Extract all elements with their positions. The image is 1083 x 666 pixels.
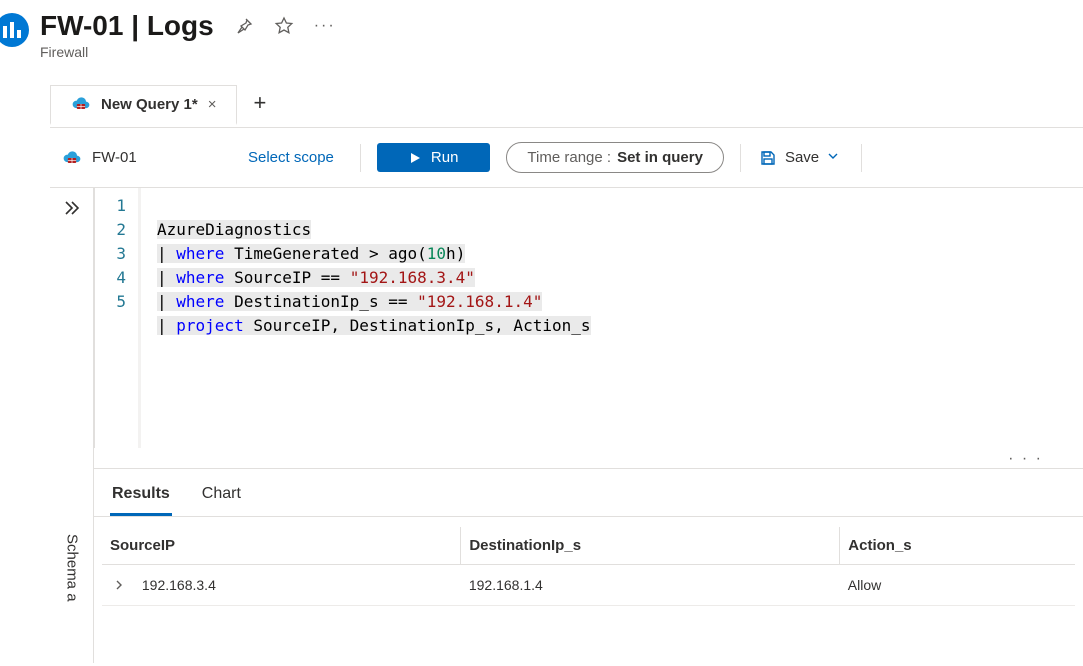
save-button[interactable]: Save <box>757 143 841 173</box>
expand-row-icon[interactable] <box>110 577 138 593</box>
column-header[interactable]: SourceIP <box>102 527 461 565</box>
toolbar-divider <box>740 144 741 172</box>
schema-rail[interactable]: Schema a <box>50 528 94 663</box>
table-header-row: SourceIP DestinationIp_s Action_s <box>102 527 1075 565</box>
table-row[interactable]: 192.168.3.4 192.168.1.4 Allow <box>102 565 1075 606</box>
schema-rail-label: Schema a <box>64 528 81 602</box>
query-tab-label: New Query 1* <box>101 96 198 113</box>
resource-name-label: FW-01 <box>92 149 137 166</box>
column-header[interactable]: DestinationIp_s <box>461 527 840 565</box>
results-more-menu[interactable]: · · · <box>94 448 1083 468</box>
play-icon <box>409 152 421 164</box>
run-button-label: Run <box>431 149 459 166</box>
time-range-label: Time range : <box>527 149 611 166</box>
tab-chart[interactable]: Chart <box>200 479 243 516</box>
double-chevron-right-icon <box>62 198 82 218</box>
results-panel: Results Chart SourceIP DestinationIp_s A… <box>94 468 1083 606</box>
toolbar-divider <box>861 144 862 172</box>
line-number-gutter: 1 2 3 4 5 <box>95 188 141 448</box>
tab-results[interactable]: Results <box>110 479 172 516</box>
query-tabs-row: New Query 1* × + <box>50 80 1083 128</box>
select-scope-link[interactable]: Select scope <box>248 149 334 166</box>
close-tab-icon[interactable]: × <box>208 96 217 113</box>
star-icon[interactable] <box>274 16 294 36</box>
cell-value: 192.168.1.4 <box>461 565 840 606</box>
resource-type-label: Firewall <box>40 44 336 60</box>
main-area: Schema a 1 2 3 4 5 AzureDiagnostics | wh… <box>50 187 1083 663</box>
save-button-label: Save <box>785 149 819 166</box>
chevron-down-icon <box>827 149 839 166</box>
add-tab-button[interactable]: + <box>237 80 282 127</box>
firewall-cloud-icon <box>71 96 91 112</box>
more-icon[interactable]: ··· <box>314 17 336 35</box>
time-range-value: Set in query <box>617 149 703 166</box>
page-title: FW-01 | Logs <box>40 10 214 42</box>
results-tabs: Results Chart <box>94 469 1083 517</box>
code-area[interactable]: AzureDiagnostics | where TimeGenerated >… <box>141 188 591 448</box>
run-button[interactable]: Run <box>377 143 491 172</box>
resource-picker[interactable]: FW-01 <box>62 149 232 166</box>
toolbar-divider <box>360 144 361 172</box>
save-icon <box>759 149 777 167</box>
page-header: FW-01 | Logs ··· Firewall <box>0 0 1083 60</box>
query-tab[interactable]: New Query 1* × <box>50 85 237 125</box>
cell-value: Allow <box>840 565 1075 606</box>
cell-value: 192.168.3.4 <box>142 577 216 593</box>
time-range-button[interactable]: Time range : Set in query <box>506 142 724 173</box>
query-toolbar: FW-01 Select scope Run Time range : Set … <box>50 128 1083 187</box>
pin-icon[interactable] <box>234 16 254 36</box>
column-header[interactable]: Action_s <box>840 527 1075 565</box>
results-table: SourceIP DestinationIp_s Action_s 192.16… <box>102 527 1075 606</box>
resource-header-icon <box>0 10 32 50</box>
query-editor[interactable]: 1 2 3 4 5 AzureDiagnostics | where TimeG… <box>94 188 1083 448</box>
firewall-cloud-icon <box>62 150 82 166</box>
